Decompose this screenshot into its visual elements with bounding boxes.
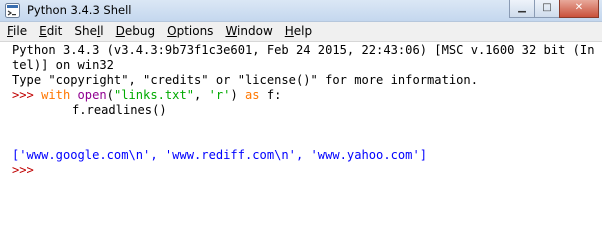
- close-button[interactable]: ✕: [559, 0, 599, 18]
- menu-bar: File Edit Shell Debug Options Window Hel…: [0, 22, 602, 42]
- banner-line-3: Type "copyright", "credits" or "license(…: [12, 73, 478, 87]
- banner-line-1: Python 3.4.3 (v3.4.3:9b73f1c3e601, Feb 2…: [12, 43, 595, 57]
- menu-options[interactable]: Options: [161, 22, 219, 41]
- close-icon: ✕: [574, 2, 584, 13]
- menu-window[interactable]: Window: [219, 22, 278, 41]
- minimize-icon: ▁: [518, 2, 526, 13]
- menu-file[interactable]: File: [0, 22, 33, 41]
- string-filename: "links.txt": [113, 88, 195, 102]
- python-shell-icon: [5, 3, 20, 18]
- builtin-open: open: [77, 88, 107, 102]
- maximize-icon: □: [542, 2, 552, 13]
- menu-debug[interactable]: Debug: [110, 22, 161, 41]
- prompt: >>>: [12, 88, 34, 102]
- window-title: Python 3.4.3 Shell: [27, 3, 132, 17]
- shell-console[interactable]: Python 3.4.3 (v3.4.3:9b73f1c3e601, Feb 2…: [0, 42, 602, 202]
- input-line-1: >>> with open("links.txt", 'r') as f:: [12, 88, 282, 102]
- title-bar: Python 3.4.3 Shell ▁ □ ✕: [0, 0, 602, 22]
- minimize-button[interactable]: ▁: [509, 0, 535, 18]
- banner-line-2: tel)] on win32: [12, 58, 114, 72]
- keyword-as: as: [245, 88, 260, 102]
- keyword-with: with: [41, 88, 71, 102]
- menu-help[interactable]: Help: [279, 22, 318, 41]
- final-prompt: >>>: [12, 163, 34, 177]
- menu-edit[interactable]: Edit: [33, 22, 68, 41]
- menu-shell[interactable]: Shell: [68, 22, 109, 41]
- string-mode: 'r': [208, 88, 231, 102]
- maximize-button[interactable]: □: [534, 0, 560, 18]
- window-controls: ▁ □ ✕: [509, 0, 599, 19]
- output-line: ['www.google.com\n', 'www.rediff.com\n',…: [12, 148, 428, 162]
- input-line-2: f.readlines(): [72, 103, 167, 117]
